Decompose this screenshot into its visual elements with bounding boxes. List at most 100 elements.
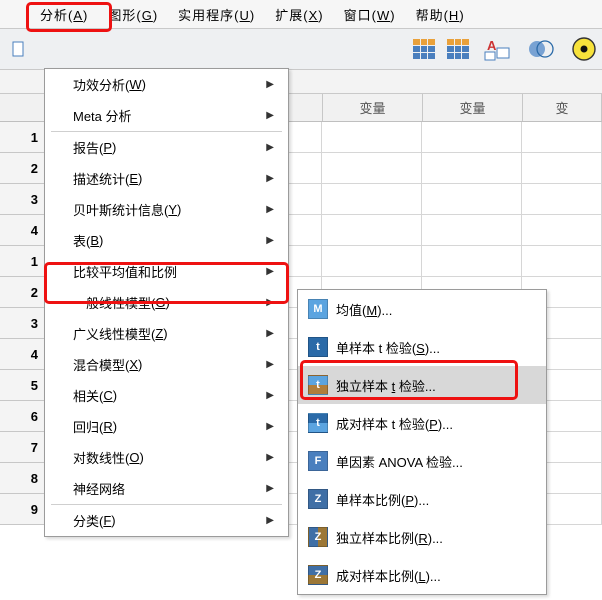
cell[interactable] (522, 184, 602, 214)
row-number[interactable]: 6 (0, 401, 47, 432)
compare-means-item-6[interactable]: Z 独立样本比例(R)... (298, 518, 546, 556)
toolbar-venn-button[interactable] (524, 35, 560, 63)
row-number[interactable]: 1 (0, 122, 47, 153)
analyze-menu-item-0[interactable]: 功效分析(W)▶ (45, 69, 288, 100)
cell[interactable] (522, 246, 602, 276)
analyze-menu-item-9[interactable]: 混合模型(X)▶ (45, 349, 288, 380)
toolbar-a-button[interactable]: A (478, 35, 518, 63)
submenu-arrow-icon: ▶ (266, 359, 274, 370)
procedure-icon: t (308, 413, 328, 433)
analyze-menu-item-4[interactable]: 贝叶斯统计信息(Y)▶ (45, 194, 288, 225)
analyze-menu-item-1[interactable]: Meta 分析▶ (45, 100, 288, 131)
analyze-menu-item-7[interactable]: 一般线性模型(G)▶ (45, 287, 288, 318)
compare-means-item-4[interactable]: F单因素 ANOVA 检验... (298, 442, 546, 480)
compare-means-item-5[interactable]: Z单样本比例(P)... (298, 480, 546, 518)
procedure-label: 单样本 t 检验(S)... (336, 338, 440, 357)
svg-text:A: A (487, 38, 497, 53)
procedure-label: 均值(M)... (336, 300, 392, 319)
venn-icon (527, 37, 557, 61)
cell[interactable] (522, 215, 602, 245)
cell[interactable] (422, 215, 522, 245)
row-number[interactable]: 2 (0, 277, 47, 308)
cell[interactable] (522, 153, 602, 183)
row-number[interactable]: 3 (0, 308, 47, 339)
analyze-menu-item-2[interactable]: 报告(P)▶ (45, 132, 288, 163)
submenu-arrow-icon: ▶ (266, 297, 274, 308)
submenu-arrow-icon: ▶ (266, 110, 274, 121)
row-number[interactable]: 7 (0, 432, 47, 463)
column-header-3[interactable]: 变 (523, 94, 602, 121)
toolbar-grid-button-1[interactable] (410, 35, 438, 63)
row-number[interactable]: 9 (0, 494, 47, 525)
cell[interactable] (422, 184, 522, 214)
procedure-label: 成对样本比例(L)... (336, 566, 441, 585)
menu-analyze[interactable]: 分析(A) (30, 1, 98, 28)
analyze-menu-item-3[interactable]: 描述统计(E)▶ (45, 163, 288, 194)
procedure-label: 成对样本 t 检验(P)... (336, 414, 453, 433)
row-number[interactable]: 8 (0, 463, 47, 494)
compare-means-item-3[interactable]: t 成对样本 t 检验(P)... (298, 404, 546, 442)
toolbar-target-button[interactable] (566, 35, 602, 63)
column-header-rownum (0, 94, 48, 121)
cell[interactable] (322, 215, 422, 245)
procedure-label: 独立样本 t 检验... (336, 376, 436, 395)
procedure-icon: F (308, 451, 328, 471)
procedure-icon: t (308, 337, 328, 357)
row-number[interactable]: 1 (0, 246, 47, 277)
menubar: 分析(A) 图形(G) 实用程序(U) 扩展(X) 窗口(W) 帮助(H) (0, 0, 602, 28)
menu-help[interactable]: 帮助(H) (406, 1, 475, 28)
compare-means-item-0[interactable]: M均值(M)... (298, 290, 546, 328)
grid-icon (413, 39, 435, 59)
row-number[interactable]: 2 (0, 153, 47, 184)
procedure-label: 独立样本比例(R)... (336, 528, 443, 547)
menu-extensions[interactable]: 扩展(X) (265, 1, 333, 28)
row-number[interactable]: 5 (0, 370, 47, 401)
a-script-icon: A (483, 36, 513, 62)
cell[interactable] (322, 184, 422, 214)
menu-graphics[interactable]: 图形(G) (98, 1, 168, 28)
analyze-menu-item-8[interactable]: 广义线性模型(Z)▶ (45, 318, 288, 349)
procedure-icon: Z (308, 527, 328, 547)
compare-means-item-2[interactable]: t独立样本 t 检验... (298, 366, 546, 404)
row-number-gutter: 1234123456789 (0, 122, 47, 525)
procedure-icon: Z (308, 565, 328, 585)
cell[interactable] (422, 122, 522, 152)
column-header-1[interactable]: 变量 (323, 94, 423, 121)
analyze-dropdown: 功效分析(W)▶Meta 分析▶报告(P)▶描述统计(E)▶贝叶斯统计信息(Y)… (44, 68, 289, 537)
submenu-arrow-icon: ▶ (266, 266, 274, 277)
cell[interactable] (522, 122, 602, 152)
submenu-arrow-icon: ▶ (266, 452, 274, 463)
cell[interactable] (322, 246, 422, 276)
procedure-icon: Z (308, 489, 328, 509)
analyze-menu-item-10[interactable]: 相关(C)▶ (45, 380, 288, 411)
row-number[interactable]: 4 (0, 339, 47, 370)
cell[interactable] (322, 122, 422, 152)
cell[interactable] (422, 246, 522, 276)
submenu-arrow-icon: ▶ (266, 390, 274, 401)
submenu-arrow-icon: ▶ (266, 79, 274, 90)
menu-utilities[interactable]: 实用程序(U) (168, 1, 265, 28)
analyze-menu-item-13[interactable]: 神经网络▶ (45, 473, 288, 504)
row-number[interactable]: 3 (0, 184, 47, 215)
analyze-menu-item-14[interactable]: 分类(F)▶ (45, 505, 288, 536)
grid-icon (447, 39, 469, 59)
analyze-menu-item-5[interactable]: 表(B)▶ (45, 225, 288, 256)
column-header-2[interactable]: 变量 (423, 94, 523, 121)
submenu-arrow-icon: ▶ (266, 421, 274, 432)
submenu-arrow-icon: ▶ (266, 204, 274, 215)
submenu-arrow-icon: ▶ (266, 235, 274, 246)
compare-means-item-7[interactable]: Z 成对样本比例(L)... (298, 556, 546, 594)
analyze-menu-item-6[interactable]: 比较平均值和比例▶ (45, 256, 288, 287)
compare-means-item-1[interactable]: t 单样本 t 检验(S)... (298, 328, 546, 366)
submenu-arrow-icon: ▶ (266, 142, 274, 153)
toolbar-button-1[interactable] (6, 35, 34, 63)
submenu-arrow-icon: ▶ (266, 328, 274, 339)
row-number[interactable]: 4 (0, 215, 47, 246)
toolbar-grid-button-2[interactable] (444, 35, 472, 63)
cell[interactable] (422, 153, 522, 183)
page-icon (11, 40, 29, 58)
analyze-menu-item-12[interactable]: 对数线性(O)▶ (45, 442, 288, 473)
cell[interactable] (322, 153, 422, 183)
analyze-menu-item-11[interactable]: 回归(R)▶ (45, 411, 288, 442)
menu-window[interactable]: 窗口(W) (334, 1, 406, 28)
